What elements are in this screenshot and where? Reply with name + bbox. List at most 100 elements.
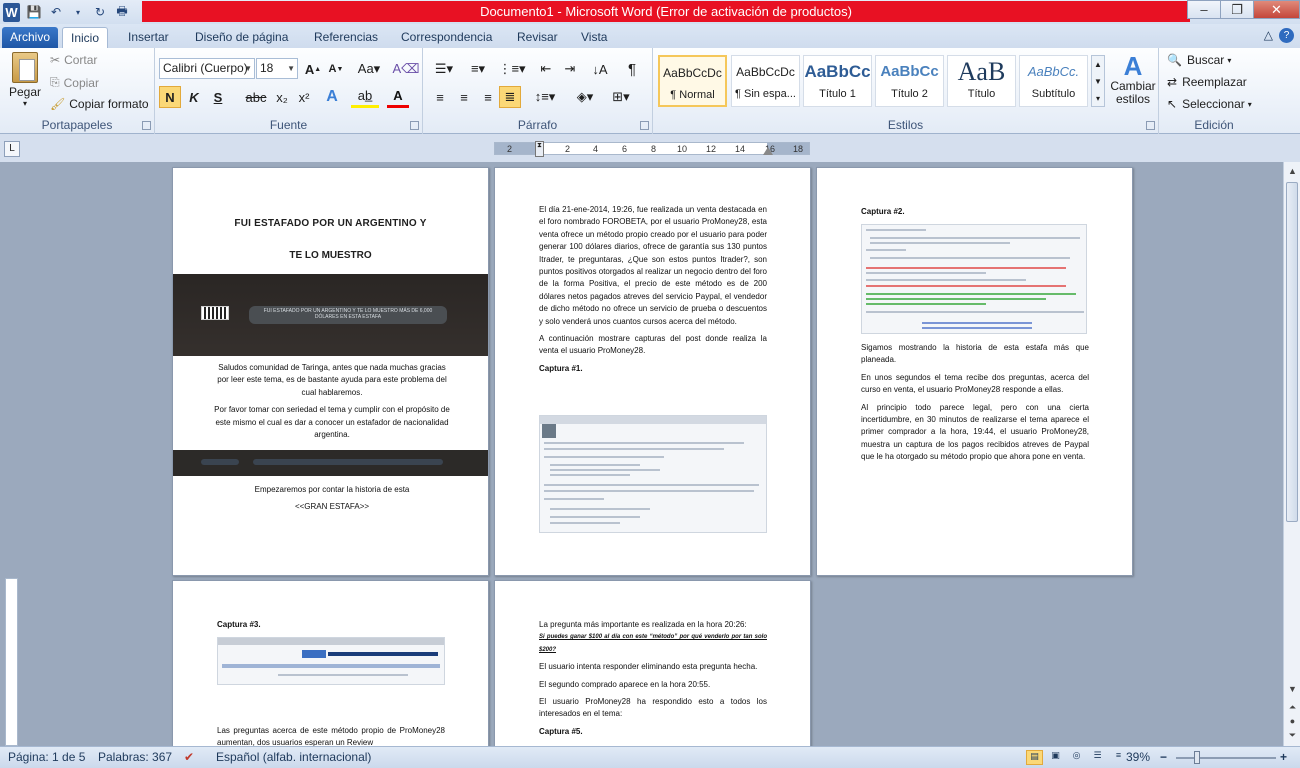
tab-inicio[interactable]: Inicio <box>62 27 109 48</box>
word-app-icon[interactable]: W <box>3 2 20 22</box>
change-case-icon[interactable]: Aa▾ <box>355 58 383 80</box>
zoom-slider-thumb[interactable] <box>1194 751 1200 764</box>
save-icon[interactable]: 💾 <box>26 4 42 20</box>
font-family-combo[interactable]: Calibri (Cuerpo) ▼ <box>159 58 255 79</box>
draft-icon[interactable]: ≡ <box>1110 750 1127 765</box>
superscript-icon[interactable]: x² <box>293 86 315 108</box>
subscript-icon[interactable]: x₂ <box>271 86 293 108</box>
vertical-scrollbar[interactable]: ▲ ▼ ⏶ ● ⏷ <box>1283 162 1300 746</box>
style-subtitle[interactable]: AaBbCc. Subtítulo <box>1019 55 1088 107</box>
font-color-icon[interactable]: A <box>387 86 409 108</box>
decrease-indent-icon[interactable]: ⇤ <box>535 58 557 80</box>
zoom-in-icon[interactable]: + <box>1280 750 1287 764</box>
show-formatting-icon[interactable]: ¶ <box>621 58 643 80</box>
dialog-launcher-icon[interactable] <box>142 121 151 130</box>
shrink-font-icon[interactable]: A ▼ <box>325 58 347 80</box>
redo-icon[interactable]: ↻ <box>92 4 108 20</box>
group-paragraph: ☰▾ ≡▾ ⋮≡▾ ⇤ ⇥ ↓A ¶ ≡ ≡ ≡ ≣ ↕≡▾ ◈▾ ⊞▾ Pár… <box>423 48 653 134</box>
tab-vista[interactable]: Vista <box>573 27 615 48</box>
font-size-combo[interactable]: 18 ▼ <box>256 58 298 79</box>
horizontal-ruler[interactable]: 2 2 4 6 8 10 12 14 16 18 ⧗ <box>494 141 810 157</box>
vertical-ruler[interactable] <box>5 578 18 746</box>
style-normal[interactable]: AaBbCcDc ¶ Normal <box>658 55 727 107</box>
zoom-level[interactable]: 39% <box>1126 750 1150 764</box>
bold-button[interactable]: N <box>159 86 181 108</box>
print-layout-icon[interactable]: ▤ <box>1026 750 1043 765</box>
cut-button[interactable]: ✂ Cortar <box>50 53 97 67</box>
style-heading-2[interactable]: AaBbCc Título 2 <box>875 55 944 107</box>
sort-icon[interactable]: ↓A <box>589 58 611 80</box>
align-center-icon[interactable]: ≡ <box>453 86 475 108</box>
paragraph: La pregunta más importante es realizada … <box>539 620 747 629</box>
text-effects-icon[interactable]: A <box>321 86 343 108</box>
highlight-icon[interactable]: ab̲ <box>351 86 379 108</box>
right-indent-marker-icon[interactable] <box>763 147 773 155</box>
format-painter-button[interactable]: 🖌 Copiar formato <box>50 97 149 111</box>
minimize-button[interactable]: – <box>1187 0 1221 19</box>
zoom-out-icon[interactable]: − <box>1160 750 1167 764</box>
tab-selector[interactable]: L <box>4 141 20 157</box>
previous-page-icon[interactable]: ⏶ <box>1285 700 1300 715</box>
close-button[interactable]: ✕ <box>1253 0 1300 19</box>
word-count[interactable]: Palabras: 367 <box>98 750 172 764</box>
style-no-spacing[interactable]: AaBbCcDc ¶ Sin espa... <box>731 55 800 107</box>
style-heading-1[interactable]: AaBbCc Título 1 <box>803 55 872 107</box>
scroll-up-icon[interactable]: ▲ <box>1285 164 1300 179</box>
bullets-icon[interactable]: ☰▾ <box>429 58 459 80</box>
paragraph: Las preguntas acerca de este método prop… <box>217 726 445 746</box>
page-1-title-1: FUI ESTAFADO POR UN ARGENTINO Y <box>234 218 427 229</box>
numbering-icon[interactable]: ≡▾ <box>463 58 493 80</box>
underline-button[interactable]: S <box>207 86 229 108</box>
language[interactable]: Español (alfab. internacional) <box>216 750 371 764</box>
proofing-icon[interactable]: ✔ <box>184 750 194 764</box>
tab-insertar[interactable]: Insertar <box>120 27 177 48</box>
zoom-slider[interactable] <box>1176 751 1276 764</box>
line-spacing-icon[interactable]: ↕≡▾ <box>531 86 559 108</box>
tab-diseno-pagina[interactable]: Diseño de página <box>187 27 296 48</box>
chevron-down-icon[interactable]: ▾ <box>70 4 86 20</box>
dialog-launcher-icon[interactable] <box>410 121 419 130</box>
scroll-thumb[interactable] <box>1286 182 1298 522</box>
tab-correspondencia[interactable]: Correspondencia <box>393 27 500 48</box>
paste-button[interactable]: Pegar ▾ <box>6 52 44 108</box>
undo-icon[interactable]: ↶ <box>48 4 64 20</box>
style-title[interactable]: AaB Título <box>947 55 1016 107</box>
align-right-icon[interactable]: ≡ <box>477 86 499 108</box>
replace-button[interactable]: ⇄ Reemplazar <box>1167 75 1247 89</box>
dialog-launcher-icon[interactable] <box>640 121 649 130</box>
scroll-down-icon[interactable]: ▼ <box>1285 682 1300 697</box>
justify-icon[interactable]: ≣ <box>499 86 521 108</box>
maximize-button[interactable]: ❐ <box>1220 0 1254 19</box>
strikethrough-button[interactable]: abc <box>243 86 269 108</box>
dialog-launcher-icon[interactable] <box>1146 121 1155 130</box>
print-icon[interactable]: 🖶 <box>114 4 130 20</box>
grow-font-icon[interactable]: A ▲ <box>302 58 324 80</box>
multilevel-list-icon[interactable]: ⋮≡▾ <box>497 58 527 80</box>
tab-revisar[interactable]: Revisar <box>509 27 566 48</box>
select-button[interactable]: ↖ Seleccionar ▾ <box>1167 97 1252 111</box>
find-button[interactable]: 🔍 Buscar ▾ <box>1167 53 1231 67</box>
shading-icon[interactable]: ◈▾ <box>571 86 599 108</box>
borders-icon[interactable]: ⊞▾ <box>607 86 635 108</box>
change-styles-button[interactable]: A Cambiar estilos <box>1109 52 1157 106</box>
paragraph: Saludos comunidad de Taringa, antes que … <box>217 363 447 397</box>
help-icon[interactable]: ? <box>1279 28 1294 43</box>
styles-scroll[interactable]: ▲ ▼ ▾ <box>1091 55 1105 107</box>
paragraph: El día 21-ene-2014, 19:26, fue realizada… <box>539 205 767 326</box>
align-left-icon[interactable]: ≡ <box>429 86 451 108</box>
page-count[interactable]: Página: 1 de 5 <box>8 750 85 764</box>
full-screen-icon[interactable]: ▣ <box>1047 750 1064 765</box>
tab-archivo[interactable]: Archivo <box>2 27 59 48</box>
minimize-ribbon-icon[interactable]: △ <box>1264 28 1273 43</box>
outline-icon[interactable]: ☰ <box>1089 750 1106 765</box>
document-area[interactable]: FUI ESTAFADO POR UN ARGENTINO Y TE LO MU… <box>24 162 1282 746</box>
copy-button[interactable]: ⎘ Copiar <box>50 75 99 90</box>
web-layout-icon[interactable]: ◎ <box>1068 750 1085 765</box>
increase-indent-icon[interactable]: ⇥ <box>559 58 581 80</box>
browse-object-icon[interactable]: ● <box>1285 714 1300 729</box>
clear-formatting-icon[interactable]: A⌫ <box>392 58 419 80</box>
next-page-icon[interactable]: ⏷ <box>1285 728 1300 743</box>
indent-marker-icon[interactable]: ⧗ <box>535 141 544 157</box>
tab-referencias[interactable]: Referencias <box>306 27 386 48</box>
italic-button[interactable]: K <box>183 86 205 108</box>
